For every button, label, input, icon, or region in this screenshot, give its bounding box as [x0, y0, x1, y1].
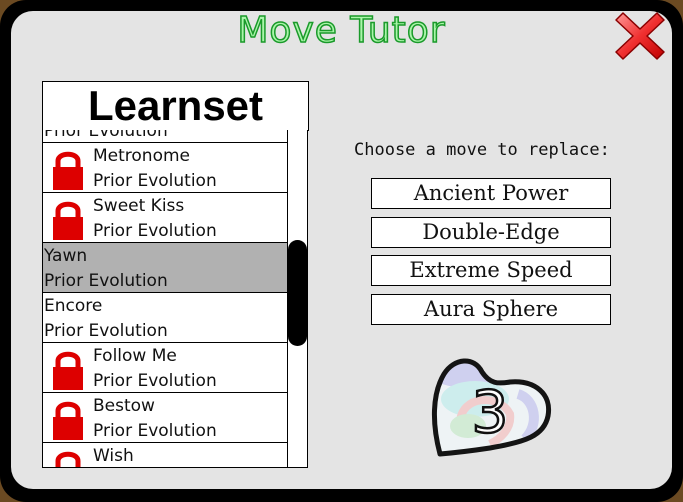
move-slot-2-button[interactable]: Double-Edge — [371, 217, 611, 248]
move-source: Prior Evolution — [44, 321, 168, 341]
move-source: Prior Evolution — [44, 130, 168, 141]
move-source: Prior Evolution — [44, 271, 168, 291]
scrollbar-thumb[interactable] — [288, 240, 307, 346]
learnset-item[interactable]: Follow Me Prior Evolution — [43, 343, 288, 393]
lock-icon — [52, 348, 84, 390]
window-title: Move Tutor — [237, 9, 446, 52]
move-source: Prior Evolution — [93, 221, 217, 241]
heart-scale-icon: 3 — [431, 358, 552, 457]
learnset-item[interactable]: Sweet Kiss Prior Evolution — [43, 193, 288, 243]
lock-icon — [52, 448, 84, 467]
learnset-item[interactable]: Encore Prior Evolution — [43, 293, 288, 343]
move-source: Prior Evolution — [93, 421, 217, 441]
lock-icon — [52, 198, 84, 240]
heart-scale-counter: 3 — [430, 354, 555, 464]
learnset-item[interactable]: Prior Evolution — [43, 130, 288, 143]
learnset-item[interactable]: WishPrior Evolution — [43, 443, 288, 467]
move-name: Wish — [93, 446, 134, 466]
move-slot-4-button[interactable]: Aura Sphere — [371, 294, 611, 325]
learnset-header: Learnset — [42, 81, 309, 131]
move-slot-1-button[interactable]: Ancient Power — [371, 178, 611, 209]
move-source: Prior Evolution — [93, 171, 217, 191]
move-name: Yawn — [44, 246, 88, 266]
learnset-item[interactable]: Bestow Prior Evolution — [43, 393, 288, 443]
move-name: Encore — [44, 296, 103, 316]
lock-icon — [52, 148, 84, 190]
move-name: Bestow — [93, 396, 155, 416]
learnset-item[interactable]: Yawn Prior Evolution — [43, 243, 288, 293]
learnset-list-content: Prior Evolution Metronome Prior Evolution S… — [43, 130, 288, 467]
close-x-icon — [615, 12, 665, 60]
move-name: Metronome — [93, 146, 191, 166]
close-button[interactable] — [614, 10, 666, 62]
move-name: Sweet Kiss — [93, 196, 185, 216]
replace-prompt: Choose a move to replace: — [354, 140, 610, 160]
learnset-item[interactable]: Metronome Prior Evolution — [43, 143, 288, 193]
move-source: Prior Evolution — [93, 371, 217, 391]
learnset-list[interactable]: Prior Evolution Metronome Prior Evolution S… — [42, 130, 308, 468]
move-name: Follow Me — [93, 346, 177, 366]
heart-scale-count: 3 — [472, 378, 509, 446]
lock-icon — [52, 398, 84, 440]
move-slot-3-button[interactable]: Extreme Speed — [371, 255, 611, 286]
